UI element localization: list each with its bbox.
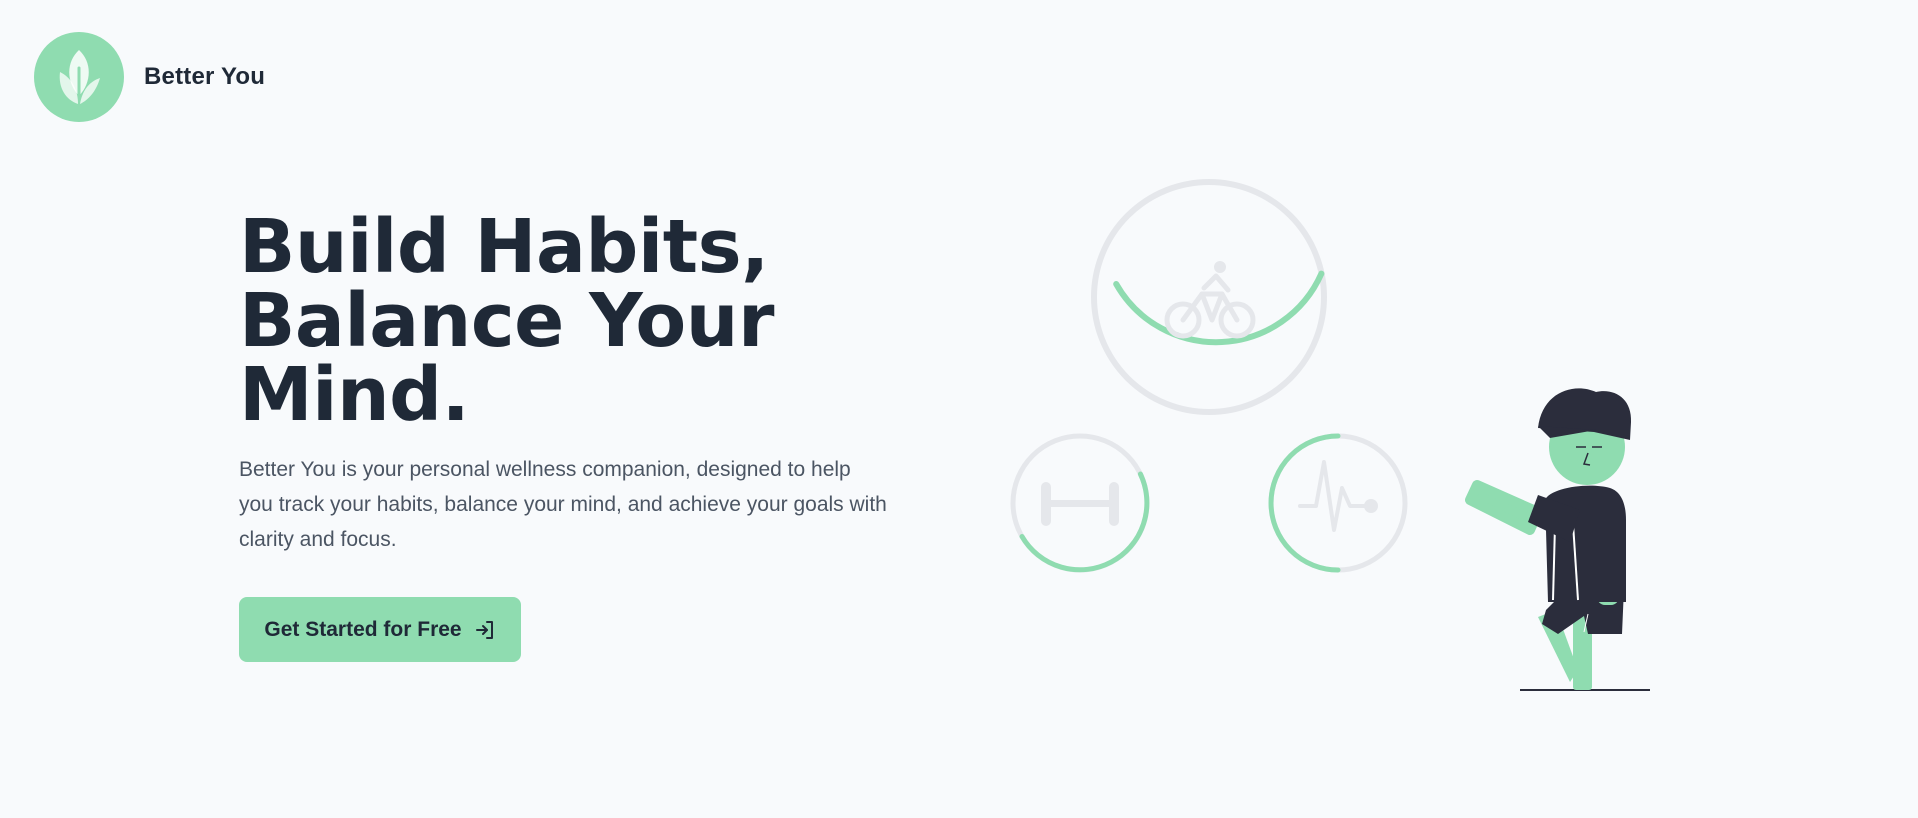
activity-ring-heart: [1268, 433, 1408, 573]
bicycle-icon: [1164, 261, 1256, 339]
hero-title-line: Balance Your: [239, 278, 774, 364]
hero-title-line: Mind.: [239, 352, 470, 438]
brand-name: Better You: [144, 63, 266, 90]
hero-section: Build Habits, Balance Your Mind. Better …: [239, 210, 887, 557]
logo: [34, 32, 124, 122]
get-started-label: Get Started for Free: [264, 617, 462, 641]
hero-description: Better You is your personal wellness com…: [239, 458, 887, 551]
wellness-illustration: [1010, 179, 1650, 691]
get-started-button[interactable]: Get Started for Free: [239, 597, 521, 662]
dumbbell-icon: [1041, 482, 1119, 526]
brand-home-link[interactable]: Better You: [34, 32, 265, 122]
activity-ring-cycling: [1091, 179, 1327, 415]
activity-ring-strength: [1010, 433, 1150, 573]
heartbeat-icon: [1298, 460, 1378, 532]
hero-title-line: Build Habits,: [239, 204, 769, 290]
landing-page: Better You Build Habits, Balance Your Mi…: [0, 0, 1918, 818]
sign-in-arrow-icon: [475, 620, 493, 639]
hero-title: Build Habits, Balance Your Mind.: [239, 210, 879, 432]
person-illustration: [1465, 388, 1650, 691]
leaf-icon: [59, 50, 100, 106]
